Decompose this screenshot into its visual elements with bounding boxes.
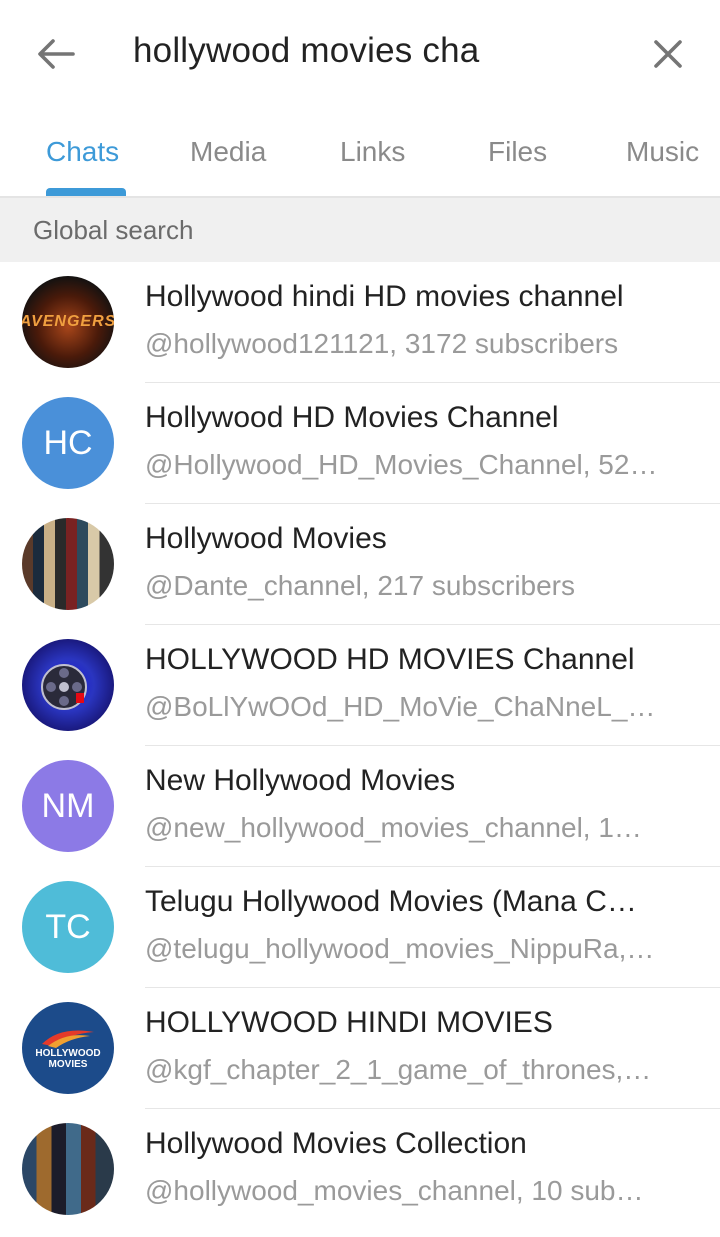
list-item[interactable]: HOLLYWOOD HD MOVIES Channel @BoLlYwOOd_H…	[0, 625, 720, 746]
result-title: HOLLYWOOD HD MOVIES Channel	[145, 643, 635, 676]
avatar: AVENGERS	[22, 276, 114, 368]
avatar	[22, 639, 114, 731]
arrow-left-icon	[38, 39, 75, 69]
list-item[interactable]: TC Telugu Hollywood Movies (Mana C… @tel…	[0, 867, 720, 988]
back-button[interactable]	[30, 30, 82, 78]
close-icon	[654, 40, 682, 68]
result-subtitle: @hollywood121121, 3172 subscribers	[145, 328, 619, 359]
avatar: HC	[22, 397, 114, 489]
result-title: New Hollywood Movies	[145, 764, 456, 797]
logo-swoosh-icon	[42, 1030, 94, 1048]
result-title: Hollywood Movies Collection	[145, 1127, 527, 1160]
list-item[interactable]: AVENGERS Hollywood hindi HD movies chann…	[0, 262, 720, 383]
results-list: AVENGERS Hollywood hindi HD movies chann…	[0, 262, 720, 1230]
result-title: Hollywood HD Movies Channel	[145, 401, 559, 434]
result-subtitle: @kgf_chapter_2_1_game_of_thrones,…	[145, 1054, 652, 1085]
search-header: hollywood movies cha	[0, 0, 720, 108]
list-item[interactable]: Hollywood Movies @Dante_channel, 217 sub…	[0, 504, 720, 625]
result-subtitle: @telugu_hollywood_movies_NippuRa,…	[145, 933, 655, 964]
list-item[interactable]: NM New Hollywood Movies @new_hollywood_m…	[0, 746, 720, 867]
result-subtitle: @BoLlYwOOd_HD_MoVie_ChaNneL_…	[145, 691, 656, 722]
result-subtitle: @hollywood_movies_channel, 10 sub…	[145, 1175, 644, 1206]
result-subtitle: @Hollywood_HD_Movies_Channel, 52…	[145, 449, 658, 480]
avatar-initials: HC	[43, 423, 93, 462]
search-input[interactable]: hollywood movies cha	[133, 31, 479, 71]
avatar	[22, 518, 114, 610]
result-title: Hollywood Movies	[145, 522, 387, 555]
list-item[interactable]: HOLLYWOOD MOVIES HOLLYWOOD HINDI MOVIES …	[0, 988, 720, 1109]
tab-files[interactable]: Files	[488, 136, 547, 168]
tab-links[interactable]: Links	[340, 136, 405, 168]
active-tab-indicator	[46, 188, 126, 196]
avatar-initials: NM	[41, 786, 95, 825]
section-title: Global search	[33, 214, 194, 245]
result-subtitle: @new_hollywood_movies_channel, 1…	[145, 812, 642, 843]
tab-chats[interactable]: Chats	[46, 136, 119, 168]
list-item[interactable]: HC Hollywood HD Movies Channel @Hollywoo…	[0, 383, 720, 504]
tab-media[interactable]: Media	[190, 136, 266, 168]
result-title: HOLLYWOOD HINDI MOVIES	[145, 1006, 553, 1039]
clear-search-button[interactable]	[642, 30, 694, 78]
tab-music[interactable]: Music	[626, 136, 699, 168]
avatar-logo-text: AVENGERS	[22, 313, 114, 330]
result-title: Telugu Hollywood Movies (Mana C…	[145, 885, 637, 918]
result-subtitle: @Dante_channel, 217 subscribers	[145, 570, 576, 601]
search-tabs: Chats Media Links Files Music	[0, 108, 720, 198]
section-header: Global search	[0, 198, 720, 262]
avatar: HOLLYWOOD MOVIES	[22, 1002, 114, 1094]
avatar	[22, 1123, 114, 1215]
avatar-initials: TC	[45, 907, 91, 946]
list-item[interactable]: Hollywood Movies Collection @hollywood_m…	[0, 1109, 720, 1230]
avatar: NM	[22, 760, 114, 852]
result-title: Hollywood hindi HD movies channel	[145, 280, 624, 313]
film-reel-icon	[41, 664, 87, 710]
avatar: TC	[22, 881, 114, 973]
avatar-logo-text: HOLLYWOOD MOVIES	[35, 1048, 101, 1070]
